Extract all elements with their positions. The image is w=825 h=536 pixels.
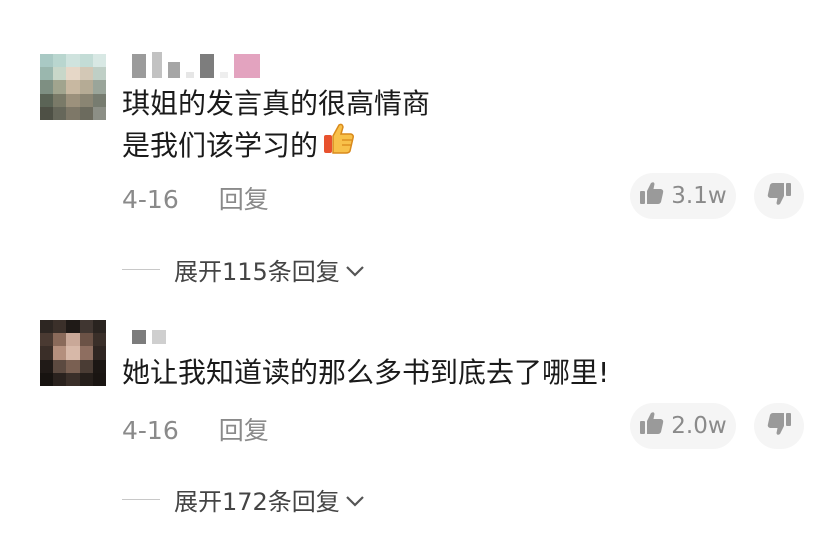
reply-button[interactable]: 回复 [219,416,269,445]
comment-text: 她让我知道读的那么多书到底去了哪里! [122,352,609,394]
like-count: 2.0w [671,413,727,439]
comment-date: 4-16 [122,416,179,445]
comment-meta: 4-16 回复 [122,411,269,447]
comment-text-line: 她让我知道读的那么多书到底去了哪里! [122,356,610,389]
dislike-button[interactable] [754,403,804,449]
comment-item: 她让我知道读的那么多书到底去了哪里! 4-16 回复 2.0w 展开172条回复 [0,0,825,536]
expand-replies-label: 展开172条回复 [174,488,340,516]
divider [122,499,160,500]
like-button[interactable]: 2.0w [630,403,736,449]
chevron-down-icon [344,486,366,514]
avatar[interactable] [40,320,106,386]
thumbs-down-icon [766,412,792,440]
username[interactable] [132,318,166,344]
thumbs-up-icon [639,411,665,441]
expand-replies-button[interactable]: 展开172条回复 [122,482,366,517]
